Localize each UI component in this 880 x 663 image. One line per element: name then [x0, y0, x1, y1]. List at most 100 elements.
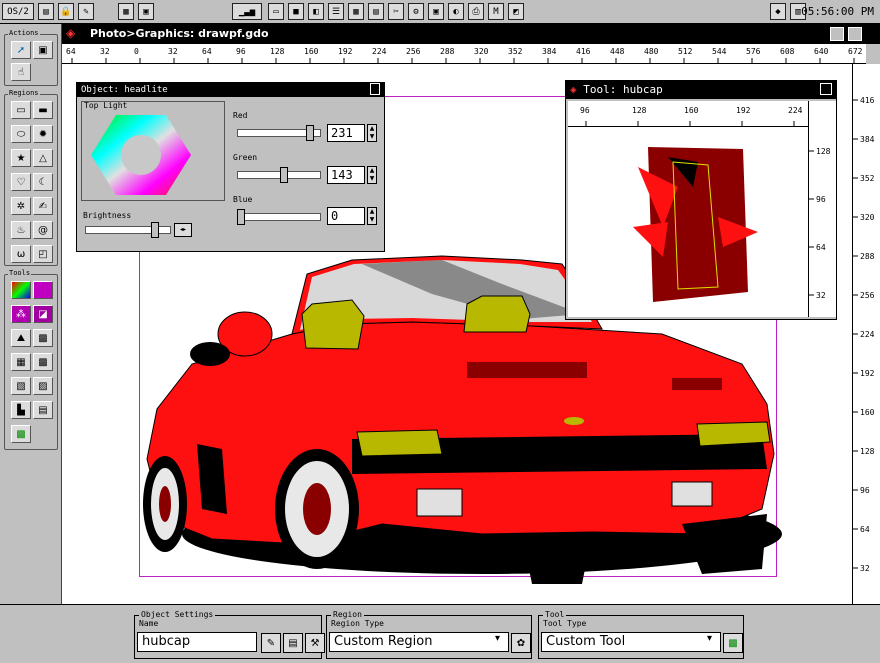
top-light-group: Top Light — [81, 101, 225, 201]
red-spin-button[interactable]: ▲ ▼ — [367, 124, 377, 142]
crosshatch-icon: ▩ — [38, 356, 48, 368]
name-input[interactable]: hubcap — [137, 632, 257, 652]
document-icon[interactable]: ▤ — [368, 3, 384, 20]
tool-dropdown-chevron-icon[interactable]: ▾ — [707, 633, 712, 644]
tool-window-title[interactable]: ◈ Tool: hubcap — [566, 81, 836, 99]
gear-icon[interactable]: ⚙ — [408, 3, 424, 20]
folder-icon[interactable]: ▦ — [118, 3, 134, 20]
tool-type-select[interactable]: Custom Tool — [541, 632, 721, 652]
object-settings-group: Object Settings Name hubcap ✎ ▤ ⚒ — [134, 610, 325, 659]
box-icon[interactable]: ■ — [288, 3, 304, 20]
region-edit-button[interactable]: ✿ — [511, 633, 531, 653]
blur-tool-button[interactable]: ◪ — [33, 305, 53, 323]
region-type-select[interactable]: Custom Region — [329, 632, 509, 652]
notepad-icon[interactable]: ☰ — [328, 3, 344, 20]
ellipse-region-button[interactable]: ⬭ — [11, 125, 31, 143]
tool-canvas[interactable] — [568, 127, 808, 317]
printer-icon[interactable]: ⎙ — [468, 3, 484, 20]
rectangle-region-button[interactable]: ▭ — [11, 101, 31, 119]
select-tool-button[interactable]: ▣ — [33, 41, 53, 59]
monitor-icon[interactable]: ▁▃▅ — [232, 3, 262, 20]
edit-object-button[interactable]: ✎ — [261, 633, 281, 653]
cube-icon[interactable]: ◧ — [308, 3, 324, 20]
star-region-button[interactable]: ★ — [11, 149, 31, 167]
city-icon: ▙ — [17, 404, 25, 416]
keyboard-icon[interactable]: ▭ — [268, 3, 284, 20]
minimize-button[interactable] — [830, 27, 844, 41]
image-icon[interactable]: ▣ — [428, 3, 444, 20]
blue-slider-thumb[interactable] — [237, 209, 245, 225]
arrow-icon: ➚ — [16, 44, 26, 56]
app-eye-icon[interactable]: ◈ — [66, 26, 75, 40]
hand-tool-button[interactable]: ☝ — [11, 63, 31, 81]
ruler-tick-label: 384 — [542, 47, 557, 56]
custom-tool-button[interactable]: ▩ — [11, 425, 31, 443]
object-window-close-button[interactable] — [370, 83, 380, 95]
object-window-title[interactable]: Object: headlite — [77, 83, 384, 97]
noise-tool-button[interactable]: ▩ — [33, 329, 53, 347]
blue-slider[interactable] — [237, 213, 321, 221]
green-value-field[interactable]: 143 — [327, 166, 365, 184]
photo-icon[interactable]: ◩ — [508, 3, 524, 20]
blue-value-field[interactable]: 0 — [327, 207, 365, 225]
region-dropdown-chevron-icon[interactable]: ▾ — [495, 633, 500, 644]
tool-group: Tool Tool Type Custom Tool ▾ ▩ — [538, 610, 744, 659]
rounded-rect-region-button[interactable]: ▬ — [33, 101, 53, 119]
window-list-icon[interactable]: ▤ — [38, 3, 54, 20]
tool-edit-button[interactable]: ▩ — [723, 633, 743, 653]
scissors-icon[interactable]: ✂ — [388, 3, 404, 20]
ruler-tick-label: 256 — [406, 47, 421, 56]
heart-region-button[interactable]: ♡ — [11, 173, 31, 191]
tool-label: Tool — [543, 610, 567, 619]
tool-window-eye-icon[interactable]: ◈ — [570, 83, 577, 96]
lock-icon[interactable]: 🔒 — [58, 3, 74, 20]
drives-icon[interactable]: ▣ — [138, 3, 154, 20]
moon-region-button[interactable]: ☾ — [33, 173, 53, 191]
red-value-field[interactable]: 231 — [327, 124, 365, 142]
ruler-tick-label: 608 — [780, 47, 795, 56]
landscape-tool-button[interactable]: ⛰ — [11, 329, 31, 347]
ruler-tick-label: 480 — [644, 47, 659, 56]
calendar-icon[interactable]: ▦ — [348, 3, 364, 20]
main-title-bar[interactable]: ◈ Photo>Graphics: drawpf.gdo — [62, 24, 880, 44]
sparkle-region-button[interactable]: ✲ — [11, 197, 31, 215]
hubcap-artwork[interactable] — [568, 127, 808, 317]
burst-region-button[interactable]: ✹ — [33, 125, 53, 143]
lasso-region-button[interactable]: ω — [11, 245, 31, 263]
tool-window-close-button[interactable] — [820, 83, 832, 95]
crosshatch-tool-button[interactable]: ▩ — [33, 353, 53, 371]
brush-region-button[interactable]: ♨ — [11, 221, 31, 239]
city-tool-button[interactable]: ▙ — [11, 401, 31, 419]
front-hubcap[interactable] — [303, 483, 331, 535]
spiral-region-button[interactable]: @ — [33, 221, 53, 239]
mail-icon[interactable]: M — [488, 3, 504, 20]
paint-icon[interactable]: ◐ — [448, 3, 464, 20]
texture-tool-button[interactable]: ▤ — [33, 401, 53, 419]
pen-icon[interactable]: ✎ — [78, 3, 94, 20]
brightness-slider-thumb[interactable] — [151, 222, 160, 238]
pattern-tool-button[interactable]: ⁂ — [11, 305, 31, 323]
ruler-tick-label: 96 — [580, 106, 590, 115]
green-spin-button[interactable]: ▲ ▼ — [367, 166, 377, 184]
os2-menu-button[interactable]: OS/2 — [2, 3, 34, 20]
checker-tool-button[interactable]: ▧ — [11, 377, 31, 395]
shape-region-button[interactable]: ◰ — [33, 245, 53, 263]
red-slider-thumb[interactable] — [305, 125, 314, 141]
dots-tool-button[interactable]: ▨ — [33, 377, 53, 395]
blue-spin-button[interactable]: ▲ ▼ — [367, 207, 377, 225]
pointer-tool-button[interactable]: ➚ — [11, 41, 31, 59]
grid-tool-button[interactable]: ▦ — [11, 353, 31, 371]
brightness-spin-button[interactable]: ◂▸ — [174, 223, 192, 237]
object-props-button[interactable]: ▤ — [283, 633, 303, 653]
color-tool-button[interactable] — [11, 281, 31, 299]
triangle-region-button[interactable]: △ — [33, 149, 53, 167]
ruler-tick-label: 192 — [338, 47, 353, 56]
color-hexagon[interactable] — [86, 110, 206, 200]
object-tool-button[interactable]: ⚒ — [305, 633, 325, 653]
green-slider-thumb[interactable] — [279, 167, 288, 183]
shield-icon[interactable]: ◆ — [770, 3, 786, 20]
hubcap-spike-2 — [633, 222, 668, 257]
fill-tool-button[interactable] — [33, 281, 53, 299]
maximize-button[interactable] — [848, 27, 862, 41]
freehand-region-button[interactable]: ✍ — [33, 197, 53, 215]
